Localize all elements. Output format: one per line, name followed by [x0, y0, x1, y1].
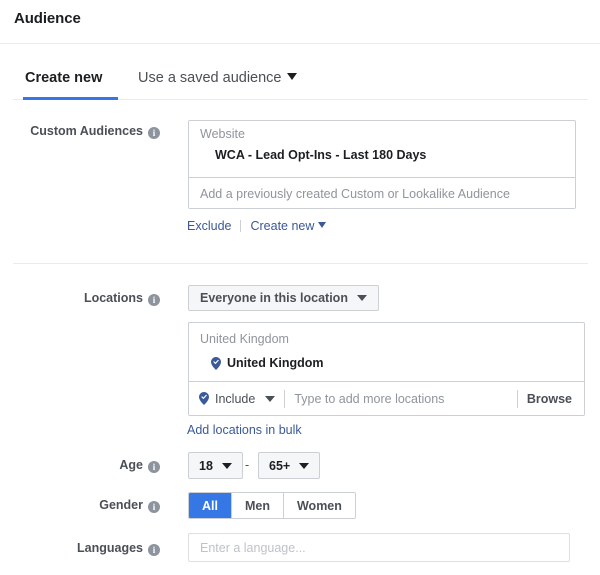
age-min-dropdown[interactable]: 18: [188, 452, 243, 479]
link-separator: [240, 220, 242, 232]
location-scope-value: Everyone in this location: [200, 291, 348, 305]
section-divider: [13, 263, 588, 264]
info-icon[interactable]: i: [148, 501, 160, 513]
gender-toggle-group: All Men Women: [188, 492, 356, 519]
info-icon[interactable]: i: [148, 461, 160, 473]
languages-placeholder: Enter a language...: [200, 540, 306, 555]
info-icon[interactable]: i: [148, 544, 160, 556]
location-include-value: Include: [215, 391, 256, 406]
age-min-value: 18: [199, 458, 213, 473]
age-max-value: 65+: [269, 458, 291, 473]
tab-use-saved-audience[interactable]: Use a saved audience: [138, 70, 297, 86]
locations-label: Locations i: [0, 291, 160, 306]
audience-panel: Audience Create new Use a saved audience…: [0, 0, 600, 575]
locations-add-row: Include Type to add more locations Brows…: [189, 382, 584, 415]
chevron-down-icon: [299, 462, 310, 469]
header-divider: [0, 43, 600, 44]
tab-create-new[interactable]: Create new: [25, 70, 102, 86]
info-icon[interactable]: i: [148, 294, 160, 306]
active-tab-indicator: [23, 97, 118, 100]
gender-label: Gender i: [0, 498, 160, 513]
locations-search-input[interactable]: Type to add more locations: [294, 392, 508, 406]
chevron-down-icon: [286, 73, 297, 80]
locations-box: United Kingdom United Kingdom Include Ty…: [188, 322, 585, 416]
location-include-dropdown[interactable]: Include: [189, 391, 276, 406]
map-pin-check-icon: [211, 356, 221, 370]
custom-audiences-group-header: Website: [200, 127, 245, 141]
age-range-separator: -: [245, 458, 250, 472]
languages-input[interactable]: Enter a language...: [188, 533, 570, 562]
browse-locations-button[interactable]: Browse: [527, 392, 584, 406]
tab-use-saved-audience-label: Use a saved audience: [138, 70, 282, 86]
location-scope-dropdown[interactable]: Everyone in this location: [188, 285, 379, 311]
chevron-down-icon: [221, 462, 232, 469]
audience-tabs: Create new Use a saved audience: [0, 70, 600, 100]
custom-audiences-input[interactable]: Add a previously created Custom or Looka…: [200, 187, 510, 201]
gender-option-women[interactable]: Women: [283, 493, 355, 518]
create-new-audience-link[interactable]: Create new: [250, 219, 314, 233]
custom-audience-selected-item[interactable]: WCA - Lead Opt-Ins - Last 180 Days: [215, 148, 426, 162]
map-pin-check-icon: [199, 392, 209, 405]
custom-audiences-label: Custom Audiences i: [0, 124, 160, 139]
chevron-down-icon: [265, 395, 276, 402]
location-selected-item[interactable]: United Kingdom: [211, 356, 324, 370]
age-max-dropdown[interactable]: 65+: [258, 452, 321, 479]
languages-label: Languages i: [0, 541, 160, 556]
custom-audiences-box: Website WCA - Lead Opt-Ins - Last 180 Da…: [188, 120, 576, 209]
locations-group-header: United Kingdom: [200, 332, 289, 346]
info-icon[interactable]: i: [148, 127, 160, 139]
gender-option-all[interactable]: All: [189, 493, 232, 518]
exclude-link[interactable]: Exclude: [187, 219, 231, 233]
field-separator: [284, 389, 286, 408]
location-selected-label: United Kingdom: [227, 356, 324, 370]
custom-audiences-inner-divider: [189, 177, 575, 178]
age-label: Age i: [0, 458, 160, 473]
custom-audiences-links: Exclude Create new: [187, 219, 327, 233]
page-title: Audience: [14, 10, 81, 27]
chevron-down-icon: [356, 295, 367, 301]
tab-create-new-label: Create new: [25, 70, 103, 86]
add-locations-in-bulk-link[interactable]: Add locations in bulk: [187, 423, 302, 437]
chevron-down-icon: [318, 222, 327, 228]
gender-option-men[interactable]: Men: [231, 493, 284, 518]
field-separator: [516, 389, 518, 408]
